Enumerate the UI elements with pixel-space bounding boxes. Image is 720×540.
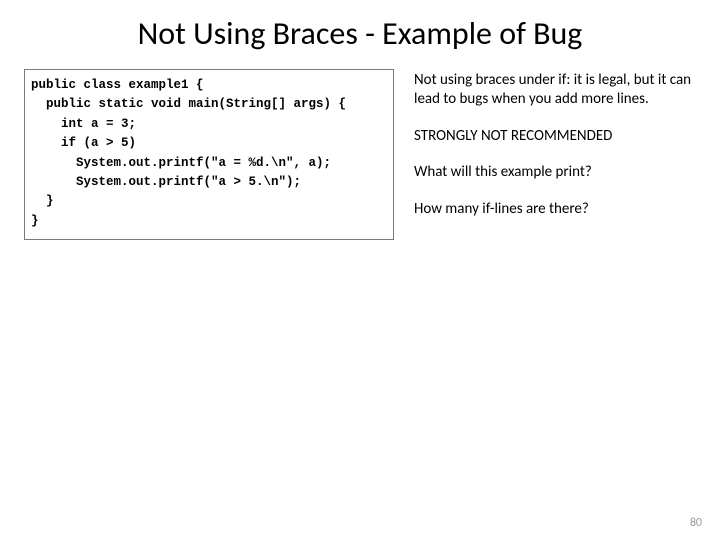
explanation-p2: STRONGLY NOT RECOMMENDED: [414, 127, 700, 146]
explanation-p4: How many if-lines are there?: [414, 200, 700, 219]
code-box: public class example1 { public static vo…: [24, 69, 394, 240]
page-number: 80: [690, 516, 702, 530]
explanation-p1: Not using braces under if: it is legal, …: [414, 71, 700, 109]
content-area: public class example1 { public static vo…: [0, 61, 720, 240]
explanation-p3: What will this example print?: [414, 163, 700, 182]
slide-title: Not Using Braces - Example of Bug: [0, 0, 720, 61]
code-snippet: public class example1 { public static vo…: [31, 76, 385, 231]
explanation-column: Not using braces under if: it is legal, …: [414, 69, 700, 240]
